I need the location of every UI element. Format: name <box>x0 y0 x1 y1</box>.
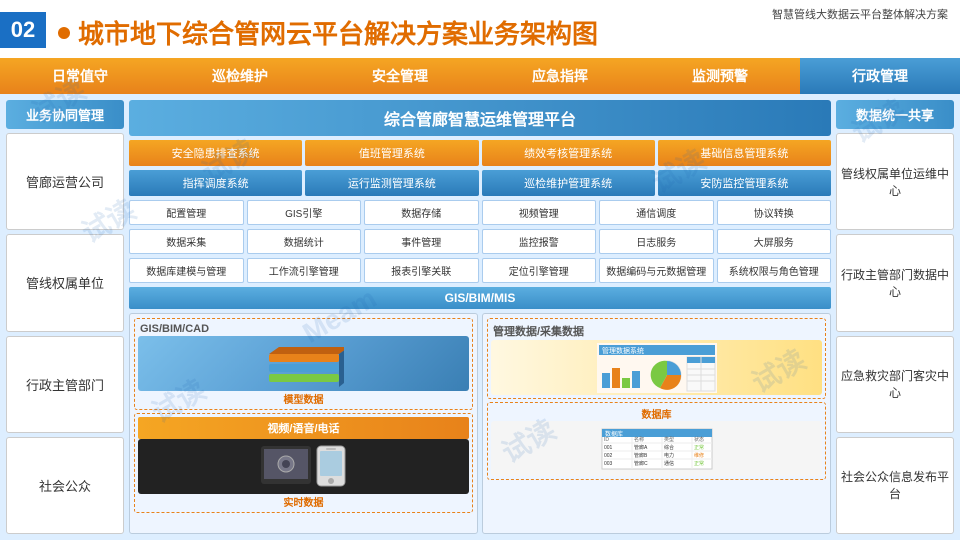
model-image <box>138 336 469 391</box>
left-panel-title: 业务协同管理 <box>6 100 124 129</box>
mid-2-3: 事件管理 <box>364 229 479 254</box>
mid-3-6: 系统权限与角色管理 <box>717 258 832 283</box>
svg-text:管廊C: 管廊C <box>634 460 648 467</box>
bottom-right-section: 管理数据/采集数据 管理数据系统 <box>482 313 831 534</box>
top-blue-2: 运行监测管理系统 <box>305 170 478 196</box>
svg-text:正常: 正常 <box>694 444 704 451</box>
mid-grid-1: 配置管理 GIS引擎 数据存储 视频管理 通信调度 协议转换 <box>129 200 831 225</box>
top-orange-grid: 安全隐患排查系统 值班管理系统 绩效考核管理系统 基础信息管理系统 <box>129 140 831 166</box>
mid-2-2: 数据统计 <box>247 229 362 254</box>
mid-1-2: GIS引擎 <box>247 200 362 225</box>
video-image <box>138 439 469 494</box>
left-item-4: 社会公众 <box>6 437 124 534</box>
nav-item-5[interactable]: 监测预警 <box>640 58 800 94</box>
video-section: 视频/语音/电话 <box>134 413 473 513</box>
realtime-label: 实时数据 <box>138 494 469 509</box>
svg-text:综合: 综合 <box>664 444 674 451</box>
bottom-left-section: GIS/BIM/CAD 模型数据 <box>129 313 478 534</box>
gis-bim-cad-label: GIS/BIM/CAD <box>138 322 469 336</box>
mid-1-6: 协议转换 <box>717 200 832 225</box>
mid-2-1: 数据采集 <box>129 229 244 254</box>
db-label: 数据库 <box>491 406 822 421</box>
right-item-2: 行政主管部门数据中心 <box>836 234 954 331</box>
nav-item-6[interactable]: 行政管理 <box>800 58 960 94</box>
top-blue-grid: 指挥调度系统 运行监测管理系统 巡检维护管理系统 安防监控管理系统 <box>129 170 831 196</box>
mid-3-1: 数据库建模与管理 <box>129 258 244 283</box>
top-orange-1: 安全隐患排查系统 <box>129 140 302 166</box>
mid-3-4: 定位引擎管理 <box>482 258 597 283</box>
top-navigation: 日常值守 巡检维护 安全管理 应急指挥 监测预警 行政管理 <box>0 58 960 94</box>
svg-text:正常: 正常 <box>694 460 704 467</box>
gis-bim-mis-label: GIS/BIM/MIS <box>129 287 831 309</box>
manage-data-section: 管理数据/采集数据 管理数据系统 <box>487 318 826 399</box>
mid-3-5: 数据编码与元数据管理 <box>599 258 714 283</box>
title-dot <box>58 27 70 39</box>
mid-1-1: 配置管理 <box>129 200 244 225</box>
top-orange-2: 值班管理系统 <box>305 140 478 166</box>
slide-number: 02 <box>0 12 46 48</box>
right-item-4: 社会公众信息发布平台 <box>836 437 954 534</box>
nav-item-4[interactable]: 应急指挥 <box>480 58 640 94</box>
svg-text:电力: 电力 <box>664 452 674 459</box>
mid-1-4: 视频管理 <box>482 200 597 225</box>
video-label: 视频/语音/电话 <box>138 417 469 439</box>
svg-text:类型: 类型 <box>664 436 674 443</box>
svg-text:管廊A: 管廊A <box>634 444 648 451</box>
mid-grid-3: 数据库建模与管理 工作流引擎管理 报表引擎关联 定位引擎管理 数据编码与元数据管… <box>129 258 831 283</box>
main-title: 城市地下综合管网云平台解决方案业务架构图 <box>58 14 598 51</box>
nav-item-1[interactable]: 日常值守 <box>0 58 160 94</box>
center-bottom: GIS/BIM/CAD 模型数据 <box>129 313 831 534</box>
top-right-title: 智慧管线大数据云平台整体解决方案 <box>772 6 948 22</box>
left-item-2: 管线权属单位 <box>6 234 124 331</box>
left-item-1: 管廊运营公司 <box>6 133 124 230</box>
left-panel: 业务协同管理 管廊运营公司 管线权属单位 行政主管部门 社会公众 <box>6 100 124 534</box>
top-blue-3: 巡检维护管理系统 <box>482 170 655 196</box>
manage-data-image: 管理数据系统 <box>491 340 822 395</box>
db-image: 数据库 ID 名称 类型 状态 001 管廊A <box>491 421 822 476</box>
svg-text:状态: 状态 <box>694 436 704 443</box>
center-title: 综合管廊智慧运维管理平台 <box>129 100 831 136</box>
mid-1-5: 通信调度 <box>599 200 714 225</box>
mid-2-4: 监控报警 <box>482 229 597 254</box>
svg-text:002: 002 <box>604 453 613 459</box>
gis-bim-cad-section: GIS/BIM/CAD 模型数据 <box>134 318 473 410</box>
mid-3-3: 报表引擎关联 <box>364 258 479 283</box>
top-orange-4: 基础信息管理系统 <box>658 140 831 166</box>
top-blue-4: 安防监控管理系统 <box>658 170 831 196</box>
main-content: 业务协同管理 管廊运营公司 管线权属单位 行政主管部门 社会公众 综合管廊智慧运… <box>0 94 960 540</box>
mid-2-5: 日志服务 <box>599 229 714 254</box>
top-orange-3: 绩效考核管理系统 <box>482 140 655 166</box>
mid-3-2: 工作流引擎管理 <box>247 258 362 283</box>
right-item-3: 应急救灾部门客灾中心 <box>836 336 954 433</box>
mid-grid-2: 数据采集 数据统计 事件管理 监控报警 日志服务 大屏服务 <box>129 229 831 254</box>
database-section: 数据库 数据库 <box>487 402 826 480</box>
right-panel-title: 数据统一共享 <box>836 100 954 129</box>
svg-text:ID: ID <box>604 437 609 443</box>
svg-text:管廊B: 管廊B <box>634 452 648 459</box>
svg-text:003: 003 <box>604 461 613 467</box>
mid-1-3: 数据存储 <box>364 200 479 225</box>
left-item-3: 行政主管部门 <box>6 336 124 433</box>
top-blue-1: 指挥调度系统 <box>129 170 302 196</box>
svg-text:名称: 名称 <box>634 436 644 443</box>
svg-text:管理数据系统: 管理数据系统 <box>602 346 644 355</box>
svg-text:001: 001 <box>604 445 613 451</box>
right-panel: 数据统一共享 管线权属单位运维中心 行政主管部门数据中心 应急救灾部门客灾中心 … <box>836 100 954 534</box>
svg-text:维修: 维修 <box>694 452 704 459</box>
nav-item-2[interactable]: 巡检维护 <box>160 58 320 94</box>
model-data-label: 模型数据 <box>138 391 469 406</box>
manage-data-label: 管理数据/采集数据 <box>491 322 822 340</box>
center-panel: 综合管廊智慧运维管理平台 安全隐患排查系统 值班管理系统 绩效考核管理系统 基础… <box>129 100 831 534</box>
nav-item-3[interactable]: 安全管理 <box>320 58 480 94</box>
svg-text:通信: 通信 <box>664 460 674 467</box>
mid-2-6: 大屏服务 <box>717 229 832 254</box>
right-item-1: 管线权属单位运维中心 <box>836 133 954 230</box>
